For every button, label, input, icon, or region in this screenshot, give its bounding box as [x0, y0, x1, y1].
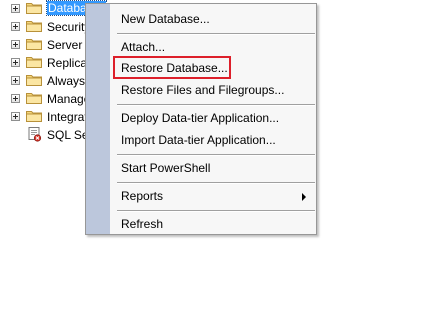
menu-item-label: Attach...	[121, 40, 166, 54]
menu-item-label: Restore Files and Filegroups...	[121, 83, 285, 97]
folder-icon	[26, 57, 42, 68]
submenu-arrow-icon	[302, 193, 306, 201]
folder-icon	[26, 39, 42, 50]
folder-icon	[26, 75, 42, 86]
folder-icon	[26, 3, 42, 14]
menu-item-label: New Database...	[121, 12, 210, 26]
databases-context-menu: New Database... Attach... Restore Databa…	[85, 3, 317, 235]
expand-icon[interactable]	[11, 94, 20, 103]
menu-item-start-powershell[interactable]: Start PowerShell	[110, 158, 316, 178]
sql-agent-icon	[28, 127, 42, 142]
expand-icon[interactable]	[11, 58, 20, 67]
menu-item-reports[interactable]: Reports	[110, 186, 316, 206]
menu-item-import-data-tier[interactable]: Import Data-tier Application...	[110, 130, 316, 150]
expand-icon[interactable]	[11, 112, 20, 121]
folder-icon	[26, 21, 42, 32]
menu-item-label: Restore Database...	[121, 61, 228, 75]
menu-item-attach[interactable]: Attach...	[110, 37, 316, 57]
menu-item-new-database[interactable]: New Database...	[110, 9, 316, 29]
tree-node-label: Security	[47, 20, 91, 34]
menu-separator	[117, 182, 315, 184]
expand-icon[interactable]	[11, 22, 20, 31]
expand-icon[interactable]	[11, 4, 20, 13]
expand-icon[interactable]	[11, 40, 20, 49]
menu-item-label: Deploy Data-tier Application...	[121, 111, 280, 125]
menu-item-refresh[interactable]: Refresh	[110, 214, 316, 234]
menu-item-label: Import Data-tier Application...	[121, 133, 276, 147]
menu-separator	[117, 33, 315, 35]
menu-separator	[117, 154, 315, 156]
menu-item-label: Reports	[121, 189, 164, 203]
menu-item-deploy-data-tier[interactable]: Deploy Data-tier Application...	[110, 108, 316, 128]
menu-item-restore-database[interactable]: Restore Database...	[110, 58, 316, 78]
menu-item-restore-files-filegroups[interactable]: Restore Files and Filegroups...	[110, 80, 316, 100]
folder-icon	[26, 93, 42, 104]
ssms-screen: Databases Security Server Objects	[0, 0, 434, 311]
menu-icon-gutter	[86, 4, 110, 234]
folder-icon	[26, 111, 42, 122]
menu-item-label: Refresh	[121, 217, 164, 231]
expand-icon[interactable]	[11, 76, 20, 85]
menu-separator	[117, 210, 315, 212]
menu-separator	[117, 104, 315, 106]
menu-item-label: Start PowerShell	[121, 161, 211, 175]
